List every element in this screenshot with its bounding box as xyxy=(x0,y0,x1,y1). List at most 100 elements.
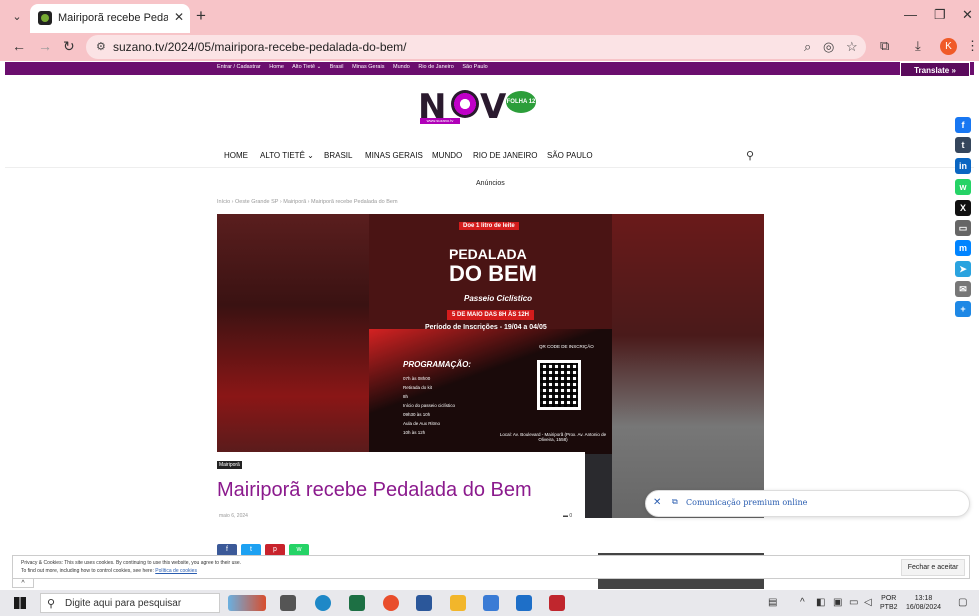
search-icon[interactable]: ⚲ xyxy=(746,149,754,162)
event-poster: Doe 1 litro de leite PEDALADA DO BEM Pas… xyxy=(369,214,612,454)
site-logo[interactable]: N V FOLHA 12 www.suzano.tv xyxy=(418,87,536,127)
chevron-up-icon[interactable]: ^ xyxy=(12,579,34,588)
url-text[interactable]: suzano.tv/2024/05/mairipora-recebe-pedal… xyxy=(113,40,407,54)
messenger-icon[interactable]: m xyxy=(955,240,971,256)
close-window-icon[interactable]: ✕ xyxy=(962,7,973,23)
menu-item-rio-de-janeiro[interactable]: RIO DE JANEIRO xyxy=(473,151,537,160)
top-nav-link[interactable]: Rio de Janeiro xyxy=(418,64,453,70)
accept-cookies-button[interactable]: Fechar e aceitar xyxy=(901,559,965,576)
taskbar-search[interactable]: ⚲ Digite aqui para pesquisar xyxy=(40,593,220,613)
download-icon[interactable]: ⤓ xyxy=(915,38,921,54)
keyboard-layout: PTB2 xyxy=(880,604,898,611)
program-line: 07h às 08h00 xyxy=(403,376,431,381)
omnibox[interactable]: ⚙ suzano.tv/2024/05/mairipora-recebe-ped… xyxy=(86,35,866,59)
back-icon[interactable]: ← xyxy=(12,38,26,54)
chevron-up-icon[interactable]: ^ xyxy=(800,597,805,608)
windows-start-icon[interactable] xyxy=(14,597,26,609)
news-widget-icon[interactable] xyxy=(228,595,266,611)
logo-letter-v: V xyxy=(480,87,507,127)
top-nav-link[interactable]: Entrar / Cadastrar xyxy=(217,64,261,70)
poster-subtitle: Passeio Ciclístico xyxy=(464,294,533,303)
tab-search-icon[interactable]: ⌄ xyxy=(8,8,26,26)
store-icon[interactable] xyxy=(483,595,499,611)
program-line: Retirada do kit xyxy=(403,385,433,390)
edge-icon[interactable] xyxy=(315,595,331,611)
article-date: maio 6, 2024 xyxy=(219,513,248,519)
tracking-icon[interactable]: ◎ xyxy=(823,39,834,55)
whatsapp-icon[interactable]: w xyxy=(955,179,971,195)
top-nav-link[interactable]: Mundo xyxy=(393,64,410,70)
chrome-icon[interactable] xyxy=(383,595,399,611)
menu-item-mundo[interactable]: MUNDO xyxy=(432,151,462,160)
menu-item-brasil[interactable]: BRASIL xyxy=(324,151,352,160)
word-icon[interactable] xyxy=(416,595,432,611)
comment-count[interactable]: ▬ 0 xyxy=(563,513,572,519)
category-badge[interactable]: Mairiporã xyxy=(217,461,242,469)
meet-icon[interactable]: ▣ xyxy=(833,597,842,608)
menu-item-minas-gerais[interactable]: MINAS GERAIS xyxy=(365,151,423,160)
clock[interactable]: 13:18 16/08/2024 xyxy=(906,594,941,612)
bookmark-star-icon[interactable]: ☆ xyxy=(846,39,858,55)
profile-avatar[interactable]: K xyxy=(940,38,957,55)
new-tab-icon[interactable]: + xyxy=(196,6,206,26)
linkedin-icon[interactable]: in xyxy=(955,158,971,174)
restore-icon[interactable]: ❐ xyxy=(934,7,946,23)
menu-item-home[interactable]: HOME xyxy=(224,151,248,160)
qr-code-icon xyxy=(537,360,581,410)
task-view-icon[interactable] xyxy=(280,595,296,611)
tumblr-icon[interactable]: t xyxy=(955,137,971,153)
premium-notice[interactable]: ✕ ⧉ Comunicação premium online xyxy=(645,490,970,517)
premium-text[interactable]: Comunicação premium online xyxy=(686,498,807,507)
volume-icon[interactable]: ◁ xyxy=(864,597,872,608)
language-indicator[interactable]: POR PTB2 xyxy=(880,594,898,612)
reload-icon[interactable]: ↻ xyxy=(63,38,75,55)
poster-program-heading: PROGRAMAÇÃO: xyxy=(403,360,471,369)
close-premium-icon[interactable]: ✕ xyxy=(653,497,661,508)
top-nav-link[interactable]: Brasil xyxy=(330,64,344,70)
onedrive-icon[interactable]: ◧ xyxy=(816,597,825,608)
facebook-icon[interactable]: f xyxy=(955,117,971,133)
top-nav-link[interactable]: São Paulo xyxy=(462,64,487,70)
language-code: POR xyxy=(881,595,897,602)
email-icon[interactable]: ✉ xyxy=(955,281,971,297)
access-icon[interactable] xyxy=(549,595,565,611)
site-info-icon[interactable]: ⚙ xyxy=(96,40,106,53)
notifications-icon[interactable]: ▢ xyxy=(958,597,967,608)
telegram-icon[interactable]: ➤ xyxy=(955,261,971,277)
keyboard-icon[interactable]: ▤ xyxy=(768,597,777,608)
taskbar-search-placeholder: Digite aqui para pesquisar xyxy=(65,598,182,609)
top-nav-link[interactable]: Minas Gerais xyxy=(352,64,384,70)
browser-tab[interactable]: Mairiporã recebe Pedalada do B ✕ xyxy=(30,4,190,33)
menu-item-sao-paulo[interactable]: SÃO PAULO xyxy=(547,151,593,160)
menu-item-alto-tiete[interactable]: ALTO TIETÊ ⌄ xyxy=(260,151,314,160)
menu-divider xyxy=(5,167,974,168)
forward-icon[interactable]: → xyxy=(38,38,52,54)
address-bar-row: ← → ↻ ⚙ suzano.tv/2024/05/mairipora-rece… xyxy=(0,33,979,61)
translate-button[interactable]: Translate » xyxy=(900,62,970,77)
add-share-icon[interactable]: + xyxy=(955,301,971,317)
program-line: 09h30 às 10h xyxy=(403,412,431,417)
minimize-icon[interactable]: — xyxy=(904,7,917,22)
x-icon[interactable]: X xyxy=(955,200,971,216)
tab-close-icon[interactable]: ✕ xyxy=(174,10,184,24)
zoom-icon[interactable]: ⌕ xyxy=(804,39,811,55)
cookie-policy-link[interactable]: Política de cookies xyxy=(155,568,197,574)
site-favicon-icon xyxy=(38,11,52,25)
excel-icon[interactable] xyxy=(349,595,365,611)
tab-title: Mairiporã recebe Pedalada do B xyxy=(58,12,168,24)
poster-program-list: 07h às 08h00 Retirada do kit 8h Início d… xyxy=(403,374,455,437)
poster-date: 5 DE MAIO DAS 8H ÀS 12H xyxy=(447,310,535,320)
network-icon[interactable]: ▭ xyxy=(849,597,858,608)
top-nav-link[interactable]: Alto Tietê ⌄ xyxy=(292,64,321,70)
file-explorer-icon[interactable] xyxy=(450,595,466,611)
cookie-line2-text: To find out more, including how to contr… xyxy=(21,568,156,574)
more-menu-icon[interactable]: ⋮ xyxy=(966,38,979,54)
top-nav-link[interactable]: Home xyxy=(269,64,284,70)
program-line: 8h xyxy=(403,394,409,399)
top-nav-bar: Entrar / Cadastrar Home Alto Tietê ⌄ Bra… xyxy=(5,62,974,75)
extensions-icon[interactable]: ⧉ xyxy=(880,38,889,54)
mail-icon[interactable] xyxy=(516,595,532,611)
translate-icon: ⧉ xyxy=(672,497,678,506)
print-icon[interactable]: ▭ xyxy=(955,220,971,236)
breadcrumb[interactable]: Início › Oeste Grande SP › Mairiporã › M… xyxy=(217,199,398,205)
